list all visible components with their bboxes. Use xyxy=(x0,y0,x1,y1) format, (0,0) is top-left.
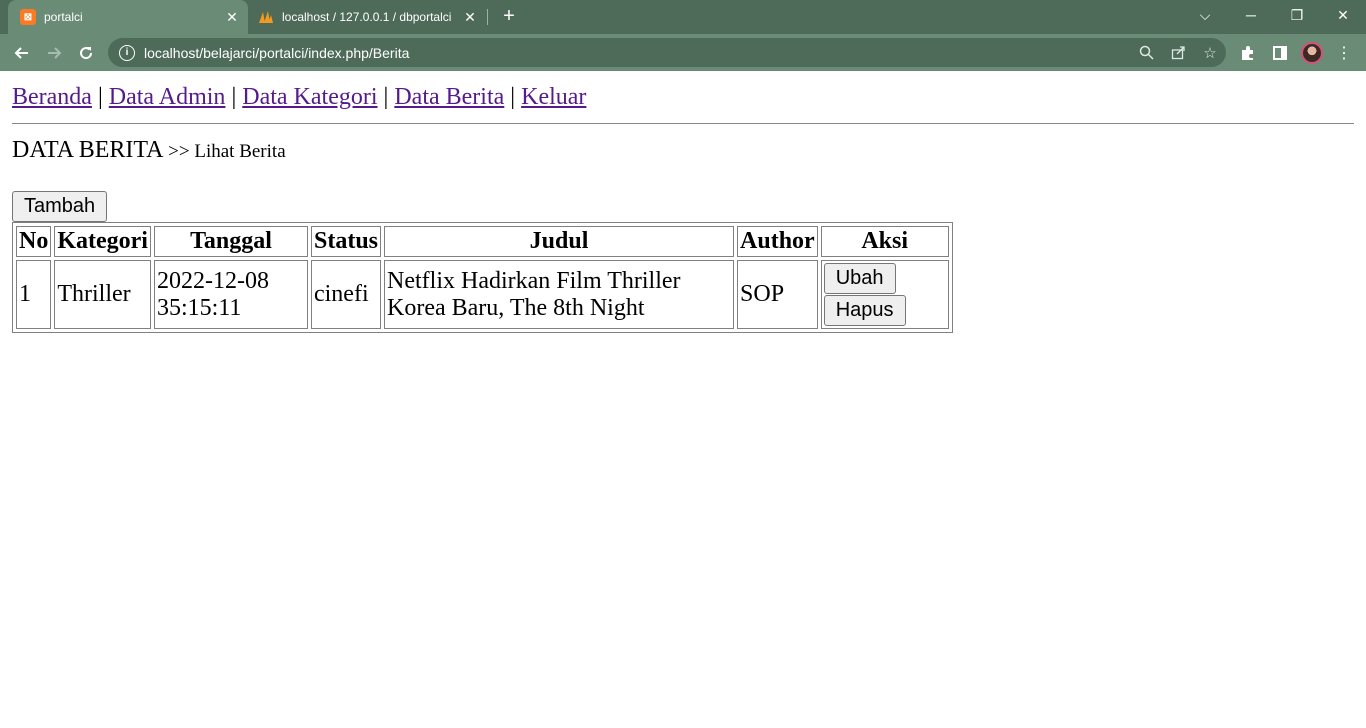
site-info-icon[interactable]: i xyxy=(119,44,135,61)
tanggal-time: 35:15:11 xyxy=(156,294,242,321)
nav-separator: | xyxy=(383,84,389,110)
table-header-row: No Kategori Tanggal Status Judul Author … xyxy=(16,226,949,257)
ubah-button[interactable]: Ubah xyxy=(823,263,896,294)
extensions-puzzle-icon[interactable] xyxy=(1232,38,1264,67)
address-url: localhost/belajarci/portalci/index.php/B… xyxy=(144,44,410,61)
judul-line-1: Netflix Hadirkan Film Thriller xyxy=(387,267,681,294)
judul-line-2: Korea Baru, The 8th Night xyxy=(387,294,645,321)
cell-aksi: Ubah Hapus xyxy=(820,260,949,329)
column-header-judul: Judul xyxy=(384,226,735,257)
side-panel-icon[interactable] xyxy=(1264,38,1296,67)
column-header-author: Author xyxy=(737,226,818,257)
phpmyadmin-favicon-icon xyxy=(258,9,274,25)
minimize-icon[interactable]: ─ xyxy=(1228,0,1274,30)
cell-author: SOP xyxy=(737,260,818,329)
nav-separator: | xyxy=(510,84,516,110)
table-row: 1 Thriller 2022-12-08 35:15:11 cinefi Ne… xyxy=(16,260,949,329)
page-title: DATA BERITA >> Lihat Berita xyxy=(12,135,1354,167)
cell-kategori: Thriller xyxy=(54,260,151,329)
berita-table: No Kategori Tanggal Status Judul Author … xyxy=(12,222,953,333)
tab-phpmyadmin[interactable]: localhost / 127.0.0.1 / dbportalci ✕ xyxy=(252,0,486,34)
cell-judul: Netflix Hadirkan Film Thriller Korea Bar… xyxy=(384,260,735,329)
tab-separator xyxy=(487,9,488,25)
main-navigation: Beranda | Data Admin | Data Kategori | D… xyxy=(12,83,1354,111)
nav-separator: | xyxy=(231,84,237,110)
column-header-kategori: Kategori xyxy=(54,226,151,257)
nav-link-beranda[interactable]: Beranda xyxy=(12,84,92,110)
column-header-tanggal: Tanggal xyxy=(153,226,308,257)
tambah-button[interactable]: Tambah xyxy=(12,191,108,222)
browser-tab-strip: ⊠ portalci ✕ localhost / 127.0.0.1 / dbp… xyxy=(0,0,1366,34)
cell-no: 1 xyxy=(16,260,52,329)
back-arrow-icon[interactable] xyxy=(7,38,37,68)
bookmark-star-icon[interactable]: ☆ xyxy=(1194,38,1226,67)
hapus-button[interactable]: Hapus xyxy=(823,295,906,326)
column-header-aksi: Aksi xyxy=(820,226,949,257)
page-subtitle: >> Lihat Berita xyxy=(168,141,286,162)
cell-tanggal: 2022-12-08 35:15:11 xyxy=(153,260,308,329)
share-icon[interactable] xyxy=(1162,38,1194,67)
nav-separator: | xyxy=(97,84,103,110)
profile-avatar[interactable] xyxy=(1296,38,1328,67)
page-title-text: DATA BERITA xyxy=(12,137,163,163)
divider xyxy=(12,123,1354,124)
page-content: Beranda | Data Admin | Data Kategori | D… xyxy=(0,71,1366,333)
close-window-icon[interactable]: ✕ xyxy=(1320,0,1366,30)
forward-arrow-icon[interactable] xyxy=(39,38,69,68)
column-header-status: Status xyxy=(310,226,382,257)
xampp-favicon-icon: ⊠ xyxy=(20,9,36,25)
tab-title: localhost / 127.0.0.1 / dbportalci xyxy=(282,10,452,24)
close-tab-icon[interactable]: ✕ xyxy=(460,7,480,27)
tanggal-date: 2022-12-08 xyxy=(156,267,269,294)
tab-portalci[interactable]: ⊠ portalci ✕ xyxy=(8,0,248,34)
zoom-icon[interactable] xyxy=(1130,38,1162,67)
new-tab-icon[interactable]: + xyxy=(498,5,520,27)
address-bar[interactable]: i localhost/belajarci/portalci/index.php… xyxy=(108,38,1226,67)
nav-link-data-berita[interactable]: Data Berita xyxy=(394,84,504,110)
nav-link-data-admin[interactable]: Data Admin xyxy=(109,84,226,110)
nav-link-data-kategori[interactable]: Data Kategori xyxy=(242,84,377,110)
close-tab-icon[interactable]: ✕ xyxy=(222,7,242,27)
menu-kebab-icon[interactable]: ⋮ xyxy=(1328,38,1360,67)
browser-toolbar: i localhost/belajarci/portalci/index.php… xyxy=(0,34,1366,71)
cell-status: cinefi xyxy=(310,260,382,329)
nav-link-keluar[interactable]: Keluar xyxy=(521,84,586,110)
restore-icon[interactable]: ❐ xyxy=(1274,0,1320,30)
column-header-no: No xyxy=(16,226,52,257)
tab-title: portalci xyxy=(44,10,83,24)
reload-icon[interactable] xyxy=(71,38,101,68)
tab-search-chevron-down-icon[interactable]: ⌵ xyxy=(1182,0,1228,30)
